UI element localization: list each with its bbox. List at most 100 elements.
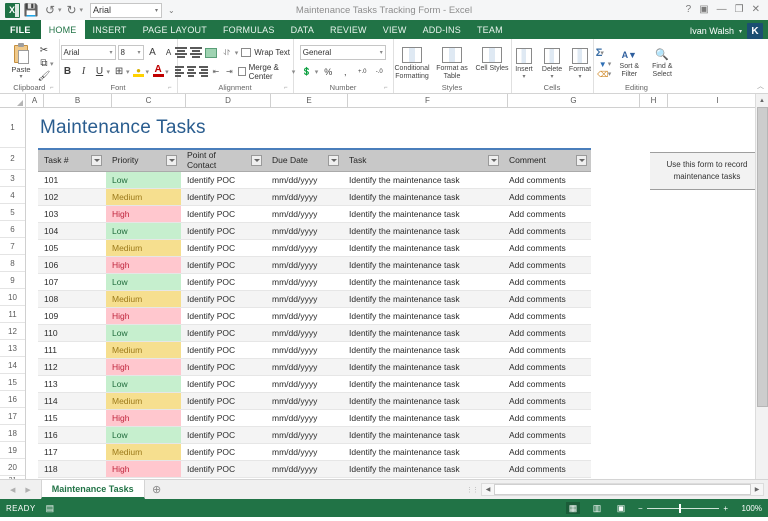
minimize-icon[interactable]: —	[717, 5, 727, 15]
priority-cell[interactable]: Medium	[106, 290, 181, 308]
row-header-5[interactable]: 5	[0, 204, 25, 221]
increase-indent-icon[interactable]: ⇥	[224, 67, 234, 76]
due-date-cell[interactable]: mm/dd/yyyy	[266, 205, 343, 223]
due-date-cell[interactable]: mm/dd/yyyy	[266, 290, 343, 308]
column-point-of-contact[interactable]: Point of Contact	[181, 148, 266, 172]
task-cell[interactable]: Identify the maintenance task	[343, 171, 503, 189]
row-header-13[interactable]: 13	[0, 340, 25, 357]
filter-dropdown-icon-due-date[interactable]	[328, 154, 339, 166]
task-cell[interactable]: Identify the maintenance task	[343, 188, 503, 206]
row-header-7[interactable]: 7	[0, 238, 25, 255]
vertical-scrollbar[interactable]: ▲	[755, 94, 768, 479]
point-of-contact-cell[interactable]: Identify POC	[181, 171, 266, 189]
task-number-cell[interactable]: 105	[38, 239, 106, 257]
tab-team[interactable]: TEAM	[469, 20, 511, 39]
close-icon[interactable]: ✕	[752, 5, 760, 15]
font-name-chevron-down-icon[interactable]: ▾	[110, 49, 113, 56]
due-date-cell[interactable]: mm/dd/yyyy	[266, 222, 343, 240]
task-number-cell[interactable]: 117	[38, 443, 106, 461]
scroll-right-icon[interactable]: ▶	[751, 484, 763, 495]
row-header-17[interactable]: 17	[0, 408, 25, 425]
point-of-contact-cell[interactable]: Identify POC	[181, 239, 266, 257]
tab-review[interactable]: REVIEW	[322, 20, 375, 39]
tab-add-ins[interactable]: ADD-INS	[415, 20, 469, 39]
column-priority[interactable]: Priority	[106, 148, 181, 172]
row-header-1[interactable]: 1	[0, 108, 25, 148]
task-cell[interactable]: Identify the maintenance task	[343, 460, 503, 478]
filter-dropdown-icon-point-of-contact[interactable]	[251, 154, 262, 166]
column-header-g[interactable]: G	[508, 94, 640, 107]
redo-icon[interactable]: ↻	[63, 2, 81, 19]
fill-chevron-down-icon[interactable]: ▾	[608, 60, 612, 68]
table-row[interactable]: 104 Low Identify POC mm/dd/yyyy Identify the…	[38, 222, 591, 240]
point-of-contact-cell[interactable]: Identify POC	[181, 222, 266, 240]
align-top-icon[interactable]	[174, 46, 187, 60]
font-color-chevron-down-icon[interactable]: ▾	[165, 68, 169, 76]
due-date-cell[interactable]: mm/dd/yyyy	[266, 409, 343, 427]
font-size-chevron-down-icon[interactable]: ▾	[138, 49, 141, 56]
task-number-cell[interactable]: 109	[38, 307, 106, 325]
decrease-font-size-icon[interactable]: A	[162, 48, 176, 57]
task-number-cell[interactable]: 111	[38, 341, 106, 359]
align-left-icon[interactable]	[174, 65, 184, 79]
number-dialog-launcher-icon[interactable]: ⌐	[384, 83, 388, 93]
task-cell[interactable]: Identify the maintenance task	[343, 409, 503, 427]
tab-formulas[interactable]: FORMULAS	[215, 20, 283, 39]
column-due-date[interactable]: Due Date	[266, 148, 343, 172]
cut-button[interactable]: ✂	[37, 45, 54, 56]
task-cell[interactable]: Identify the maintenance task	[343, 307, 503, 325]
accounting-format-icon[interactable]: 💲	[300, 67, 314, 76]
task-number-cell[interactable]: 110	[38, 324, 106, 342]
zoom-handle[interactable]	[679, 503, 682, 513]
tab-home[interactable]: HOME	[40, 20, 85, 39]
comment-cell[interactable]: Add comments	[503, 358, 591, 376]
format-chevron-down-icon[interactable]: ▾	[579, 74, 582, 80]
excel-app-icon[interactable]: X	[3, 2, 21, 19]
task-cell[interactable]: Identify the maintenance task	[343, 324, 503, 342]
task-cell[interactable]: Identify the maintenance task	[343, 341, 503, 359]
sheet-title-cell[interactable]: Maintenance Tasks	[26, 108, 768, 148]
sort-filter-button[interactable]: A▼ Sort & Filter	[614, 47, 644, 79]
row-header-19[interactable]: 19	[0, 442, 25, 459]
row-header-8[interactable]: 8	[0, 255, 25, 272]
priority-cell[interactable]: Medium	[106, 443, 181, 461]
table-row[interactable]: 102 Medium Identify POC mm/dd/yyyy Identify …	[38, 188, 591, 206]
horizontal-scroll-thumb[interactable]	[494, 484, 751, 495]
ribbon-display-options-icon[interactable]: ▣	[699, 5, 708, 15]
paste-button[interactable]: Paste ▾	[5, 43, 37, 80]
point-of-contact-cell[interactable]: Identify POC	[181, 358, 266, 376]
table-row[interactable]: 118 High Identify POC mm/dd/yyyy Identify th…	[38, 460, 591, 478]
priority-cell[interactable]: Low	[106, 222, 181, 240]
task-cell[interactable]: Identify the maintenance task	[343, 256, 503, 274]
due-date-cell[interactable]: mm/dd/yyyy	[266, 392, 343, 410]
account-chevron-down-icon[interactable]: ▾	[739, 28, 742, 35]
comment-cell[interactable]: Add comments	[503, 324, 591, 342]
comment-cell[interactable]: Add comments	[503, 205, 591, 223]
number-format-chevron-down-icon[interactable]: ▾	[380, 49, 383, 56]
maximize-icon[interactable]: ❐	[735, 5, 744, 15]
redo-dropdown-caret[interactable]: ▾	[80, 6, 84, 14]
fill-color-chevron-down-icon[interactable]: ▾	[146, 68, 150, 76]
column-task-number[interactable]: Task #	[38, 148, 106, 172]
table-row[interactable]: 110 Low Identify POC mm/dd/yyyy Identify the…	[38, 324, 591, 342]
column-header-c[interactable]: C	[112, 94, 186, 107]
help-icon[interactable]: ?	[686, 5, 692, 15]
tab-data[interactable]: DATA	[283, 20, 322, 39]
orientation-chevron-down-icon[interactable]: ▾	[235, 49, 239, 57]
task-number-cell[interactable]: 102	[38, 188, 106, 206]
due-date-cell[interactable]: mm/dd/yyyy	[266, 375, 343, 393]
filter-dropdown-icon-comment[interactable]	[576, 154, 587, 166]
number-format-select[interactable]: General ▾	[299, 45, 386, 60]
row-header-9[interactable]: 9	[0, 272, 25, 289]
task-cell[interactable]: Identify the maintenance task	[343, 205, 503, 223]
column-header-h[interactable]: H	[640, 94, 668, 107]
table-row[interactable]: 115 High Identify POC mm/dd/yyyy Identify th…	[38, 409, 591, 427]
table-row[interactable]: 107 Low Identify POC mm/dd/yyyy Identify the…	[38, 273, 591, 291]
previous-sheet-icon[interactable]: ◀	[10, 486, 15, 494]
clear-chevron-down-icon[interactable]: ▾	[608, 70, 612, 78]
comment-cell[interactable]: Add comments	[503, 222, 591, 240]
point-of-contact-cell[interactable]: Identify POC	[181, 341, 266, 359]
row-header-16[interactable]: 16	[0, 391, 25, 408]
percent-style-icon[interactable]: %	[321, 67, 335, 77]
task-number-cell[interactable]: 107	[38, 273, 106, 291]
